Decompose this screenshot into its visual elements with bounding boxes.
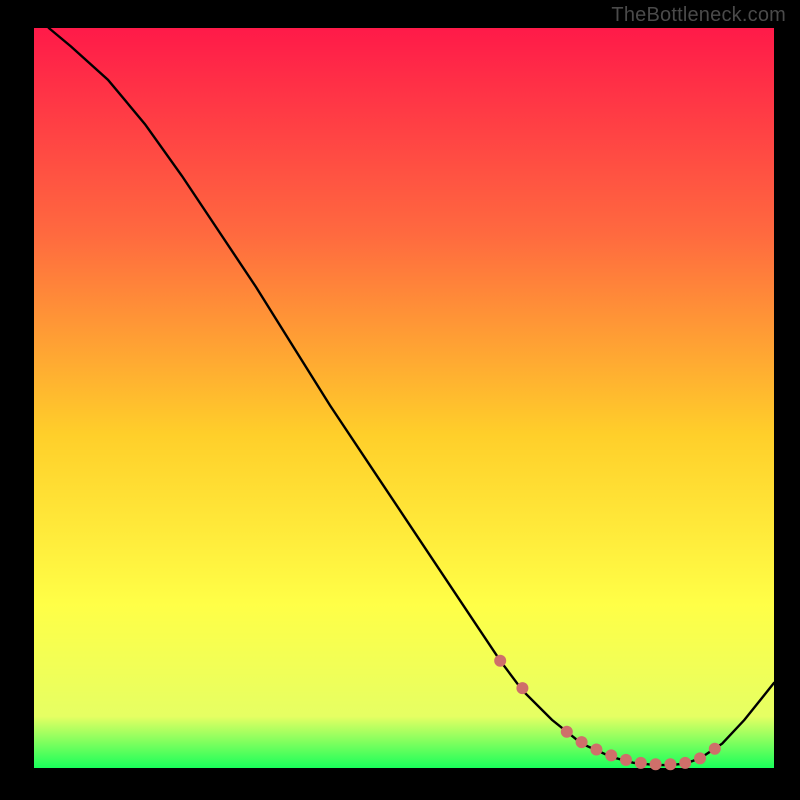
highlight-dot <box>664 758 676 770</box>
highlight-dot <box>494 655 506 667</box>
highlight-dot <box>635 757 647 769</box>
highlight-dot <box>679 757 691 769</box>
highlight-dot <box>605 749 617 761</box>
highlight-dot <box>576 736 588 748</box>
highlight-dot <box>694 752 706 764</box>
chart-frame: TheBottleneck.com <box>0 0 800 800</box>
highlight-dot <box>561 726 573 738</box>
chart-background <box>34 28 774 768</box>
highlight-dot <box>709 743 721 755</box>
highlight-dot <box>650 758 662 770</box>
highlight-dot <box>516 682 528 694</box>
highlight-dot <box>620 754 632 766</box>
bottleneck-chart <box>0 0 800 800</box>
highlight-dot <box>590 744 602 756</box>
